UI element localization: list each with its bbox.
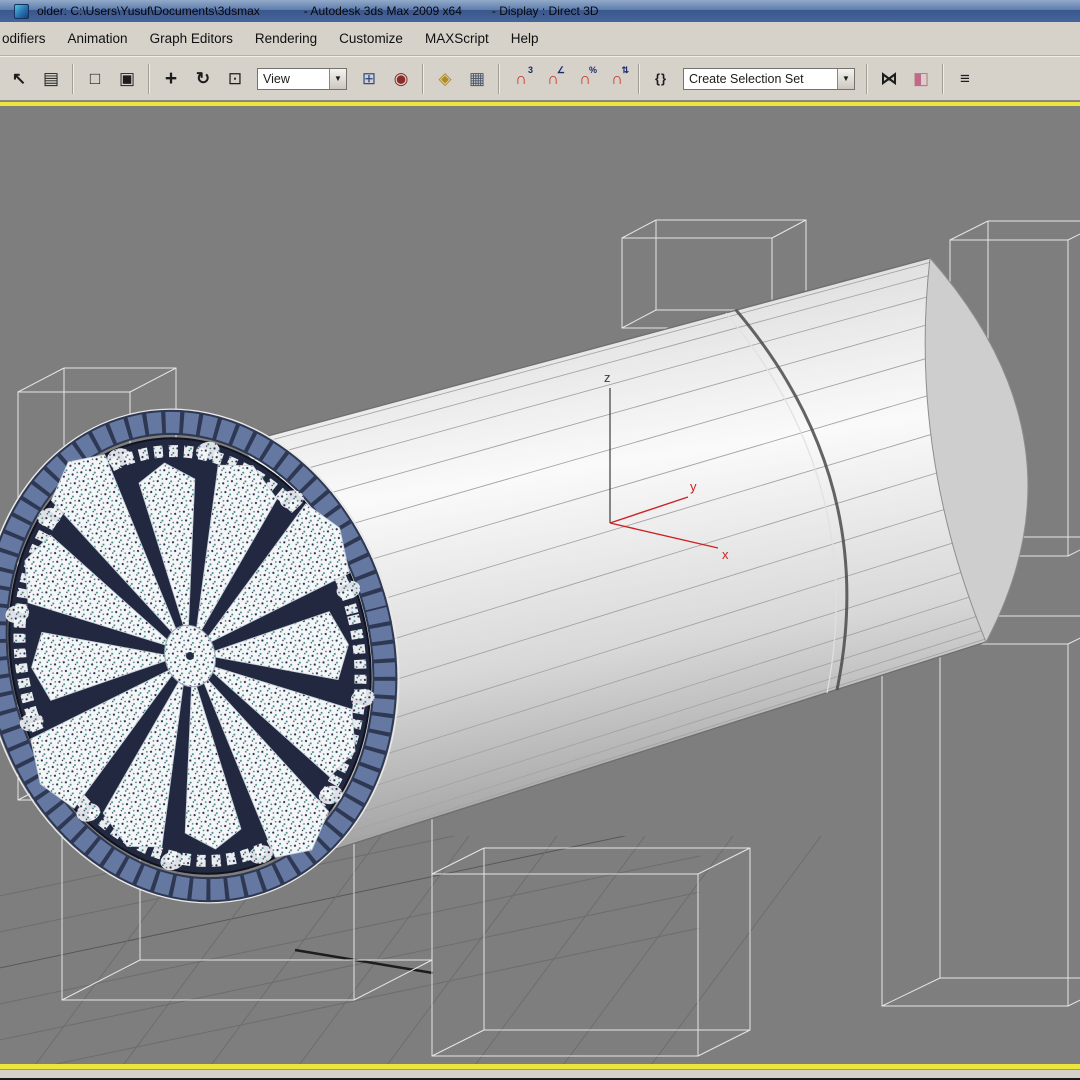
- select-by-name-icon: ▤: [42, 69, 60, 88]
- select-by-name-button[interactable]: ▤: [36, 64, 66, 94]
- main-toolbar: ↖ ▤ □ ▣ + ↻ ⊡ View ▼ ⊞ ◉ ◈ ▦ ∩ 3 ∩ ∠ ∩% ∩ ⇅…: [0, 56, 1080, 101]
- axis-y-label: y: [690, 479, 697, 494]
- snaps-cube-button[interactable]: ▦: [462, 64, 492, 94]
- mirror-button[interactable]: ⋈: [874, 64, 904, 94]
- select-move-icon: +: [164, 67, 178, 90]
- named-selection-set-dropdown[interactable]: Create Selection Set ▼: [683, 67, 855, 90]
- pivot-center-icon: ◉: [393, 69, 409, 88]
- pivot-center-button[interactable]: ◉: [386, 64, 416, 94]
- percent-badge: %: [588, 64, 597, 75]
- select-move-button[interactable]: +: [156, 64, 186, 94]
- menu-modifiers[interactable]: odifiers: [0, 22, 57, 55]
- toolbar-separator: [422, 63, 424, 94]
- spinner-snap-button[interactable]: ∩ ⇅: [602, 64, 632, 94]
- select-rotate-icon: ↻: [195, 69, 211, 88]
- window-crossing-button[interactable]: ▣: [112, 64, 142, 94]
- viewport-container[interactable]: z y x: [0, 106, 1080, 1064]
- toolbar-separator: [638, 63, 640, 94]
- snap-magnet-icon: ∩: [515, 70, 527, 88]
- toolbar-separator: [148, 63, 150, 94]
- selection-set-value: Create Selection Set: [689, 71, 804, 86]
- snaps-cube-icon: ▦: [468, 69, 486, 88]
- window-title-app: - Autodesk 3ds Max 2009 x64: [303, 4, 462, 18]
- select-manipulate-icon: ◈: [438, 69, 452, 88]
- menu-maxscript[interactable]: MAXScript: [414, 22, 500, 55]
- menu-graph-editors[interactable]: Graph Editors: [139, 22, 244, 55]
- menu-rendering[interactable]: Rendering: [244, 22, 328, 55]
- select-scale-icon: ⊡: [227, 69, 243, 88]
- perspective-viewport[interactable]: z y x: [0, 106, 1080, 1064]
- rectangular-selection-icon: □: [89, 69, 101, 88]
- chevron-down-icon[interactable]: ▼: [837, 68, 854, 89]
- angle-badge: ∠: [556, 64, 565, 75]
- reference-coordinate-dropdown[interactable]: View ▼: [257, 67, 347, 90]
- mirror-icon: ⋈: [880, 69, 898, 88]
- select-object-button[interactable]: ↖: [4, 64, 34, 94]
- toolbar-separator: [72, 63, 74, 94]
- layer-manager-icon: ≡: [960, 69, 970, 88]
- select-manipulate-button[interactable]: ◈: [430, 64, 460, 94]
- select-object-icon: ↖: [11, 69, 27, 88]
- angle-snap-button[interactable]: ∩ ∠: [538, 64, 568, 94]
- menu-animation[interactable]: Animation: [57, 22, 139, 55]
- rectangular-selection-button[interactable]: □: [80, 64, 110, 94]
- select-scale-button[interactable]: ⊡: [220, 64, 250, 94]
- toolbar-separator: [498, 63, 500, 94]
- snap-3d-badge: 3: [527, 64, 533, 75]
- toolbar-separator: [866, 63, 868, 94]
- named-selection-sets-button[interactable]: {}: [646, 64, 676, 94]
- spinner-badge: ⇅: [621, 64, 629, 75]
- reference-coordinate-icon: ⊞: [361, 69, 377, 88]
- menu-help[interactable]: Help: [500, 22, 550, 55]
- window-title-display-driver: - Display : Direct 3D: [491, 4, 599, 18]
- toolbar-separator: [942, 63, 944, 94]
- menu-bar: odifiers Animation Graph Editors Renderi…: [0, 22, 1080, 56]
- chevron-down-icon[interactable]: ▼: [329, 68, 346, 89]
- named-selection-sets-icon: {}: [654, 71, 668, 86]
- axis-x-label: x: [722, 547, 729, 562]
- reference-coordinate-button[interactable]: ⊞: [354, 64, 384, 94]
- window-titlebar[interactable]: older: C:\Users\Yusuf\Documents\3dsmax -…: [0, 0, 1080, 22]
- menu-customize[interactable]: Customize: [328, 22, 414, 55]
- percent-snap-button[interactable]: ∩%: [570, 64, 600, 94]
- align-button[interactable]: ◧: [906, 64, 936, 94]
- app-icon: [14, 3, 29, 19]
- axis-z-label: z: [604, 370, 611, 385]
- window-crossing-icon: ▣: [118, 69, 136, 88]
- reference-coordinate-value: View: [263, 71, 290, 86]
- window-title-path: older: C:\Users\Yusuf\Documents\3dsmax: [37, 4, 260, 18]
- select-rotate-button[interactable]: ↻: [188, 64, 218, 94]
- layer-manager-button[interactable]: ≡: [950, 64, 980, 94]
- snaps-toggle-button[interactable]: ∩ 3: [506, 64, 536, 94]
- status-strip: [0, 1069, 1080, 1080]
- align-icon: ◧: [912, 69, 930, 88]
